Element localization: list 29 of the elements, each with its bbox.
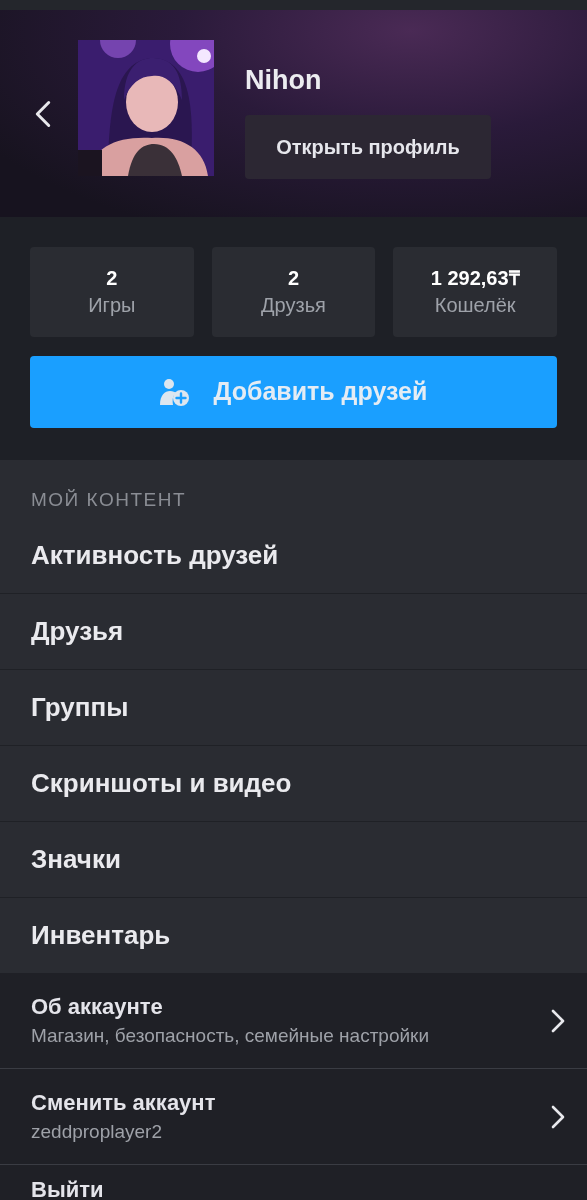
menu-item[interactable]: Группы bbox=[0, 670, 587, 745]
stat-card[interactable]: 1 292,63₸ Кошелёк bbox=[393, 247, 557, 337]
chevron-icon bbox=[551, 1104, 565, 1129]
profile-name: Nihon bbox=[245, 64, 323, 97]
item-title: Сменить аккаунт bbox=[31, 1088, 216, 1117]
add-friend-icon bbox=[159, 377, 190, 407]
stat-value: 1 292,63₸ bbox=[430, 266, 520, 291]
section-heading: МОЙ КОНТЕНТ bbox=[31, 487, 186, 512]
stat-card[interactable]: 2 Игры bbox=[30, 247, 194, 337]
back-icon bbox=[35, 99, 51, 128]
stat-label: Друзья bbox=[261, 293, 326, 318]
stat-value: 2 bbox=[287, 266, 300, 291]
menu-item[interactable]: Значки bbox=[0, 822, 587, 897]
open-profile-button[interactable]: Открыть профиль bbox=[245, 115, 491, 179]
stat-value: 2 bbox=[106, 266, 118, 291]
stat-label: Кошелёк bbox=[434, 293, 516, 318]
stat-label: Игры bbox=[88, 293, 136, 318]
stat-card[interactable]: 2 Друзья bbox=[211, 247, 376, 337]
menu-item[interactable]: Инвентарь bbox=[0, 898, 587, 973]
item-subtitle: Магазин, безопасность, семейные настройки bbox=[31, 1023, 430, 1048]
menu-item[interactable]: Скриншоты и видео bbox=[0, 746, 587, 821]
item-subtitle: zeddproplayer2 bbox=[31, 1119, 163, 1144]
logout-button[interactable]: Выйти bbox=[0, 1165, 587, 1200]
account-item[interactable]: Об аккаунте Магазин, безопасность, семейные настройки bbox=[0, 973, 587, 1068]
chevron-icon bbox=[551, 1008, 565, 1033]
menu-item[interactable]: Друзья bbox=[0, 594, 587, 669]
menu-item[interactable]: Активность друзей bbox=[0, 518, 587, 593]
item-title: Об аккаунте bbox=[31, 992, 164, 1021]
account-item[interactable]: Сменить аккаунт zeddproplayer2 bbox=[0, 1069, 587, 1164]
